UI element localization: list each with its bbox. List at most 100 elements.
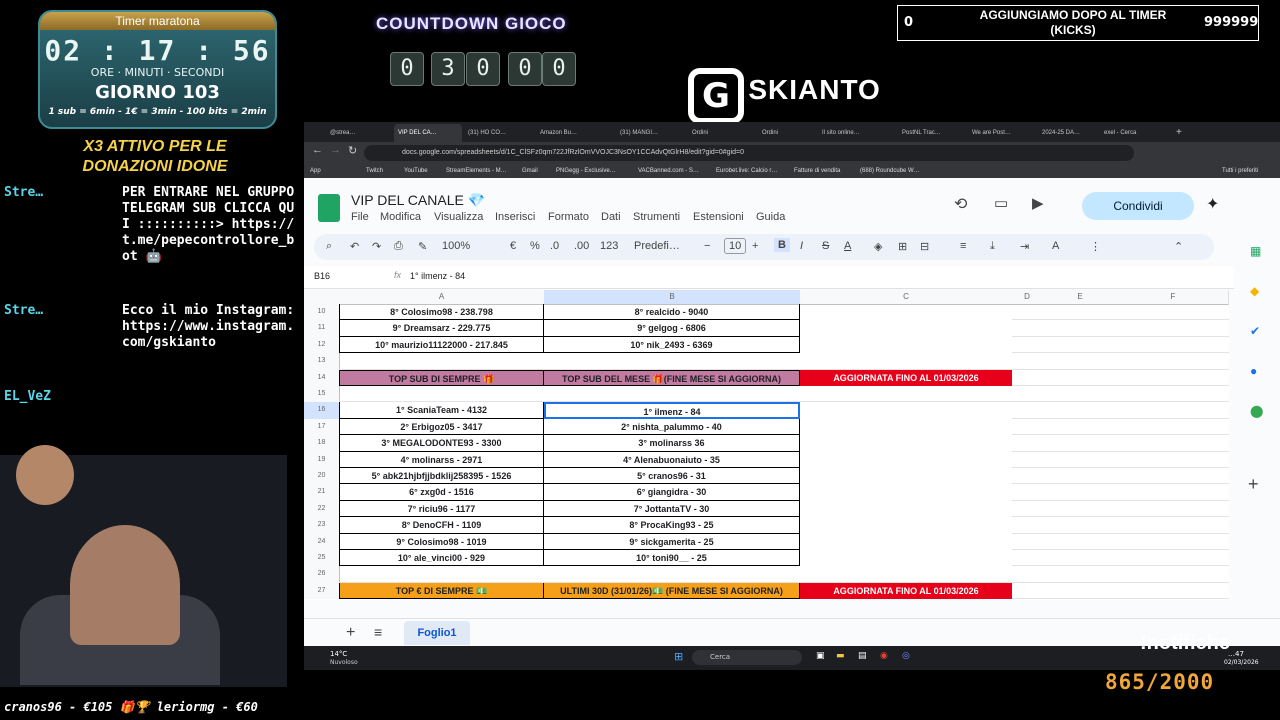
- task-view-icon[interactable]: ▣: [816, 651, 825, 661]
- decrease-decimal-button[interactable]: .0: [550, 240, 559, 252]
- row-number[interactable]: 17: [304, 418, 340, 436]
- browser-tab[interactable]: Ordini: [688, 124, 756, 142]
- formula-input[interactable]: 1° ilmenz - 84: [410, 271, 465, 281]
- browser-tab[interactable]: We are Post…: [968, 124, 1036, 142]
- bookmark[interactable]: App: [310, 164, 321, 178]
- cell-b[interactable]: 7° JottantaTV - 30: [544, 500, 800, 518]
- row-number[interactable]: 10: [304, 304, 340, 321]
- column-header[interactable]: D: [1012, 290, 1043, 305]
- bookmark[interactable]: Fatture di vendita: [794, 164, 840, 178]
- row-number[interactable]: 14: [304, 369, 340, 386]
- menu-insert[interactable]: Inserisci: [495, 211, 535, 223]
- row-number[interactable]: 15: [304, 386, 340, 403]
- row-number[interactable]: 20: [304, 468, 340, 485]
- cell-b[interactable]: 3° molinarss 36: [544, 435, 800, 452]
- row-number[interactable]: 21: [304, 484, 340, 501]
- browser-tab[interactable]: Il sito online…: [818, 124, 886, 142]
- zoom-select[interactable]: 100%: [442, 240, 470, 252]
- borders-icon[interactable]: ⊞: [898, 240, 907, 253]
- weather-temp[interactable]: 14°C: [330, 650, 347, 658]
- cell-b[interactable]: 5° cranos96 - 31: [544, 468, 800, 485]
- column-header[interactable]: B: [544, 290, 801, 305]
- cell-b[interactable]: TOP SUB DEL MESE 🎁(FINE MESE SI AGGIORNA…: [544, 369, 800, 386]
- bookmark[interactable]: Gmail: [522, 164, 538, 178]
- redo-icon[interactable]: ↷: [372, 240, 381, 253]
- bookmark[interactable]: Eurobet.live: Calcio r…: [716, 164, 777, 178]
- merge-cells-icon[interactable]: ⊟: [920, 240, 929, 253]
- more-options-icon[interactable]: ⋮: [1090, 240, 1101, 253]
- cell-b[interactable]: 10° nik_2493 - 6369: [544, 336, 800, 354]
- contacts-icon[interactable]: ●: [1250, 364, 1257, 378]
- add-addon-icon[interactable]: +: [1248, 474, 1259, 495]
- cell-a[interactable]: 7° riciu96 - 1177: [339, 500, 544, 518]
- corner-cell[interactable]: [304, 290, 340, 305]
- cell-a[interactable]: 4° molinarss - 2971: [339, 451, 544, 468]
- cell-b[interactable]: 8° ProcaKing93 - 25: [544, 517, 800, 534]
- taskbar-search[interactable]: Cerca: [692, 650, 802, 665]
- cell-b[interactable]: 9° gelgog - 6806: [544, 320, 800, 337]
- cell-a[interactable]: 9° Dreamsarz - 229.775: [339, 320, 544, 337]
- row-number[interactable]: 27: [304, 582, 340, 600]
- row-number[interactable]: 16: [304, 402, 340, 419]
- row-number[interactable]: 22: [304, 500, 340, 518]
- calendar-icon[interactable]: ▦: [1250, 244, 1261, 258]
- menu-extensions[interactable]: Estensioni: [693, 211, 744, 223]
- bookmark[interactable]: VACBanned.com - S…: [638, 164, 699, 178]
- row-number[interactable]: 13: [304, 353, 340, 370]
- browser-tab[interactable]: exel - Cerca: [1100, 124, 1168, 142]
- add-sheet-icon[interactable]: +: [346, 624, 355, 642]
- cell-a[interactable]: 5° abk21hjbfjjbdklij258395 - 1526: [339, 468, 544, 485]
- percent-format-button[interactable]: %: [530, 240, 540, 252]
- menu-data[interactable]: Dati: [601, 211, 621, 223]
- cell-a[interactable]: 10° maurizio11122000 - 217.845: [339, 336, 544, 354]
- number-format-button[interactable]: 123: [600, 240, 618, 252]
- menu-edit[interactable]: Modifica: [380, 211, 421, 223]
- cell-b[interactable]: 2° nishta_palummo - 40: [544, 418, 800, 436]
- bookmark[interactable]: StreamElements - M…: [446, 164, 507, 178]
- meet-icon[interactable]: ▶: [1032, 194, 1044, 212]
- document-title[interactable]: VIP DEL CANALE 💎: [351, 192, 485, 209]
- align-horizontal-icon[interactable]: ≡: [960, 240, 966, 252]
- print-icon[interactable]: ⎙: [394, 240, 403, 253]
- text-wrap-icon[interactable]: ⇥: [1020, 240, 1029, 253]
- cell-a[interactable]: TOP SUB DI SEMPRE 🎁: [339, 369, 544, 386]
- cell-b[interactable]: 8° realcido - 9040: [544, 304, 800, 321]
- font-size-decrease-icon[interactable]: −: [704, 240, 710, 252]
- comments-icon[interactable]: ▭: [994, 194, 1008, 212]
- cell-c[interactable]: AGGIORNATA FINO AL 01/03/2026: [800, 582, 1012, 600]
- browser-tab[interactable]: PostNL Trac…: [898, 124, 966, 142]
- column-header[interactable]: C: [800, 290, 1013, 305]
- start-icon[interactable]: ⊞: [674, 650, 683, 663]
- font-size-increase-icon[interactable]: +: [752, 240, 758, 252]
- cell-b[interactable]: 10° toni90__ - 25: [544, 550, 800, 567]
- store-icon[interactable]: ▤: [858, 651, 867, 661]
- text-color-button[interactable]: A: [844, 240, 851, 252]
- cell-a[interactable]: 6° zxg0d - 1516: [339, 484, 544, 501]
- cell-a[interactable]: 3° MEGALODONTE93 - 3300: [339, 435, 544, 452]
- align-vertical-icon[interactable]: ⤓: [990, 240, 995, 253]
- collapse-toolbar-icon[interactable]: ⌃: [1174, 240, 1183, 253]
- column-header[interactable]: E: [1042, 290, 1119, 305]
- back-icon[interactable]: ←: [312, 144, 323, 156]
- cell-b[interactable]: 9° sickgamerita - 25: [544, 533, 800, 550]
- discord-icon[interactable]: ◎: [902, 651, 910, 661]
- menu-tools[interactable]: Strumenti: [633, 211, 680, 223]
- sheet-tab[interactable]: Foglio1: [404, 621, 470, 645]
- row-number[interactable]: 19: [304, 451, 340, 468]
- currency-format-button[interactable]: €: [510, 240, 516, 252]
- fill-color-icon[interactable]: ◈: [874, 240, 882, 253]
- cell-b[interactable]: 6° giangidra - 30: [544, 484, 800, 501]
- browser-tab-active[interactable]: VIP DEL CA…: [394, 124, 462, 142]
- browser-tab[interactable]: (31) MANGI…: [616, 124, 684, 142]
- share-button[interactable]: Condividi: [1082, 192, 1194, 220]
- row-number[interactable]: 25: [304, 550, 340, 567]
- cell-a[interactable]: 10° ale_vinci00 - 929: [339, 550, 544, 567]
- reload-icon[interactable]: ↻: [348, 144, 357, 157]
- name-box[interactable]: B16: [314, 271, 330, 281]
- undo-icon[interactable]: ↶: [350, 240, 359, 253]
- url-input[interactable]: docs.google.com/spreadsheets/d/1C_ClSFz0…: [364, 145, 1134, 161]
- font-size-input[interactable]: 10: [724, 238, 747, 254]
- keep-icon[interactable]: ◆: [1250, 284, 1259, 298]
- browser-tab[interactable]: Amazon Bu…: [536, 124, 604, 142]
- italic-button[interactable]: I: [800, 240, 803, 252]
